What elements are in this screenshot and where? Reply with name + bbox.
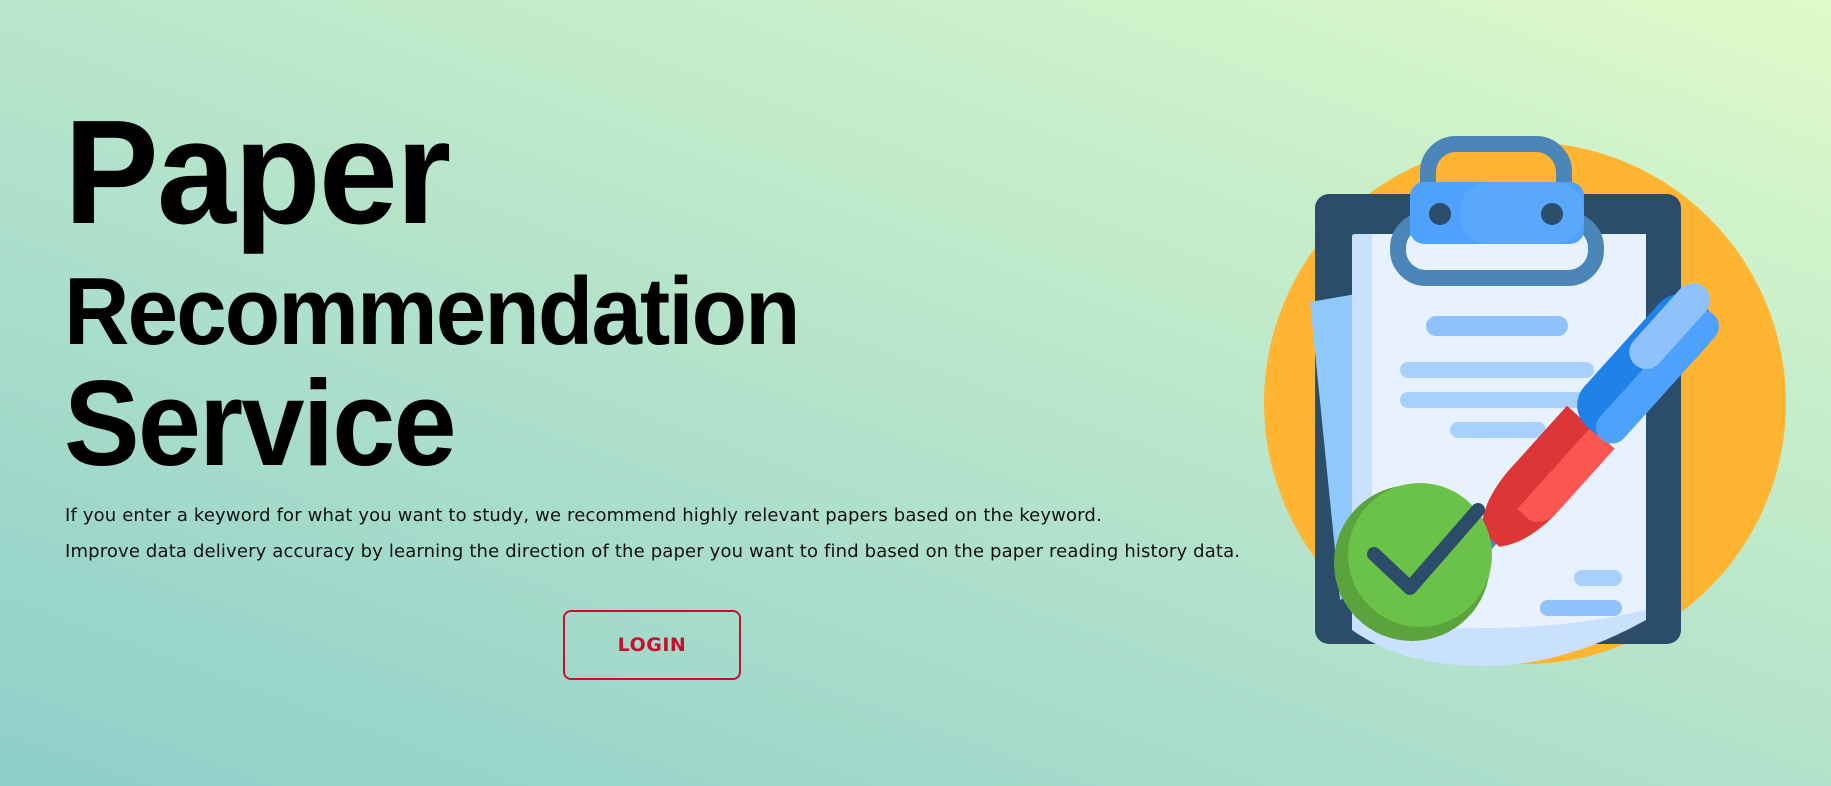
title-line-paper: Paper bbox=[64, 90, 451, 255]
clip-hole-right bbox=[1541, 203, 1563, 225]
description-line-1: If you enter a keyword for what you want… bbox=[65, 505, 1102, 526]
doc-line-heading bbox=[1426, 316, 1568, 336]
clipboard-pen-checkmark-icon bbox=[1260, 130, 1800, 670]
clip-highlight bbox=[1460, 182, 1584, 244]
doc-line-2 bbox=[1400, 392, 1594, 408]
title-line-service: Service bbox=[64, 355, 457, 491]
doc-line-5 bbox=[1540, 600, 1622, 616]
title-line-recommendation: Recommendation bbox=[64, 258, 801, 365]
doc-line-4 bbox=[1574, 570, 1622, 586]
doc-line-3 bbox=[1450, 422, 1546, 438]
clip-hole-left bbox=[1429, 203, 1451, 225]
login-button[interactable]: LOGIN bbox=[563, 610, 741, 680]
hero-description: If you enter a keyword for what you want… bbox=[65, 498, 1240, 570]
doc-line-1 bbox=[1400, 362, 1594, 378]
description-line-2: Improve data delivery accuracy by learni… bbox=[65, 541, 1241, 562]
